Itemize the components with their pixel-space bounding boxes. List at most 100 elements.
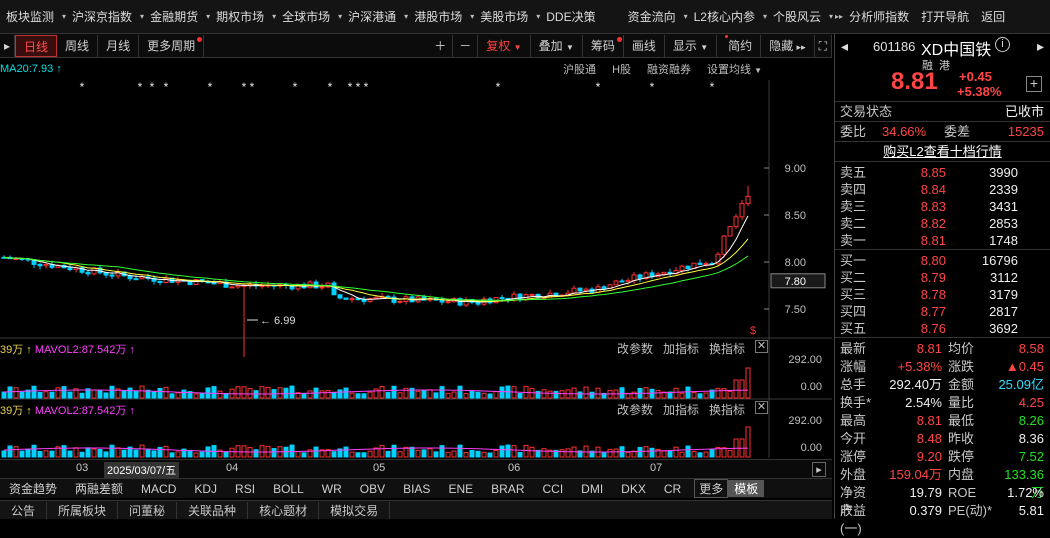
menu-item[interactable]: 金融期货 [144, 0, 204, 33]
menu-item[interactable]: 返回 [975, 0, 1011, 33]
tab-hsgt[interactable]: 沪股通 [563, 61, 596, 77]
tab-monthly[interactable]: 月线 [98, 34, 140, 57]
volume-bar [379, 385, 385, 399]
hide-button[interactable]: 隐藏 ▸▸ [761, 34, 815, 57]
edit-params-button[interactable]: 改参数 [617, 340, 653, 357]
tab-set-ma[interactable]: 设置均线 ▼ [707, 61, 762, 77]
volume-bar [673, 446, 679, 458]
bottom-tab[interactable]: 模拟交易 [319, 501, 391, 519]
bottom-tab[interactable]: 所属板块 [47, 501, 119, 519]
display-button[interactable]: 显示 ▼ [665, 34, 718, 57]
stat-value: 8.81 [916, 413, 942, 428]
bottom-tab[interactable]: 问董秘 [118, 501, 178, 519]
order-volume: 3990 [989, 165, 1018, 180]
draw-line-button[interactable]: 画线 [624, 34, 665, 57]
add-watchlist-icon[interactable]: + [1026, 76, 1042, 92]
menu-item[interactable]: 沪深港通 [342, 0, 402, 33]
menu-item[interactable]: 港股市场 [408, 0, 468, 33]
indicator-tab[interactable]: CR [655, 482, 690, 496]
candle-body [211, 282, 217, 285]
volume-bar [601, 451, 607, 458]
volume-bar [421, 449, 427, 458]
menu-item[interactable]: 打开导航 [915, 0, 975, 33]
indicator-tab[interactable]: CCI [533, 482, 572, 496]
expand-panel-icon[interactable]: ⛶ [815, 34, 832, 57]
add-indicator-button[interactable]: 加指标 [663, 340, 699, 357]
candle-body [487, 298, 493, 304]
menu-item[interactable]: 资金流向 [622, 0, 682, 33]
tab-more-periods[interactable]: 更多周期 [139, 34, 205, 57]
buy-l2-link[interactable]: 购买L2查看十档行情 [835, 142, 1050, 162]
scroll-left-icon[interactable]: ▸ [0, 34, 16, 57]
chips-button[interactable]: 筹码 [583, 34, 624, 57]
indicator-tab[interactable]: 资金趋势 [0, 480, 66, 497]
volume-bar [85, 447, 91, 458]
top-menu-bar: 板块监测 ▾ 沪深京指数 ▾ 金融期货 ▾ 期权市场 ▾ 全球市场 ▾ 沪深港通 ▾ 港股市场 ▾ 美股市场… [0, 0, 1050, 34]
zoom-out-icon[interactable]: － [453, 34, 479, 57]
prev-stock-icon[interactable]: ◂ [841, 38, 848, 55]
switch-indicator-button[interactable]: 换指标 [709, 401, 745, 418]
stat-value: 7.52 [1018, 449, 1044, 464]
indicator-tab[interactable]: OBV [351, 482, 394, 496]
add-indicator-button[interactable]: 加指标 [663, 401, 699, 418]
overlay-button[interactable]: 叠加 ▼ [531, 34, 583, 57]
zoom-in-icon[interactable]: ＋ [428, 34, 454, 57]
candle-body [37, 263, 43, 267]
bottom-tab[interactable]: 关联品种 [177, 501, 249, 519]
indicator-tab[interactable]: KDJ [185, 482, 226, 496]
indicator-tab[interactable]: DKX [612, 482, 655, 496]
template-button[interactable]: 模板 [728, 480, 765, 497]
tab-margin[interactable]: 融资融券 [647, 61, 691, 77]
volume-bar [523, 444, 529, 458]
edit-params-button[interactable]: 改参数 [617, 401, 653, 418]
volume-bar [385, 450, 391, 458]
volume-bar [1, 391, 7, 399]
next-stock-icon[interactable]: ▸ [1037, 38, 1044, 55]
order-volume: 16796 [981, 253, 1018, 268]
menu-item[interactable]: 分析师指数 [843, 0, 915, 33]
candle-body [319, 286, 325, 289]
volume-bar [397, 451, 403, 458]
month-label: 03 [76, 462, 89, 474]
bottom-tab[interactable]: 公告 [0, 501, 48, 519]
indicator-tab[interactable]: WR [313, 482, 351, 496]
volume-bar [457, 444, 463, 458]
indicator-tab[interactable]: BIAS [394, 482, 439, 496]
close-icon[interactable]: ✕ [755, 340, 768, 353]
close-icon[interactable]: ✕ [755, 401, 768, 414]
volume-bar [343, 387, 349, 399]
stat-value: 159.04万 [889, 467, 942, 482]
scroll-right-icon[interactable]: ▸ [812, 462, 826, 477]
menu-item[interactable]: 美股市场 [474, 0, 534, 33]
indicator-tab[interactable]: ENE [439, 482, 482, 496]
more-icon[interactable]: ▸▸ [835, 12, 843, 21]
volume-bar [121, 390, 127, 399]
adjust-price-button[interactable]: 复权 ▼ [478, 34, 531, 57]
volume-bar [571, 387, 577, 399]
bottom-tab[interactable]: 核心题材 [248, 501, 320, 519]
info-icon[interactable]: i [995, 37, 1010, 52]
tab-weekly[interactable]: 周线 [57, 34, 99, 57]
menu-item[interactable]: L2核心内参 [688, 0, 761, 33]
indicator-tab[interactable]: RSI [226, 482, 264, 496]
menu-item[interactable]: 个股风云 [767, 0, 827, 33]
stat-row: 最高 8.81 最低 8.26 [835, 412, 1050, 430]
tab-daily[interactable]: 日线 [15, 34, 58, 57]
indicator-tab[interactable]: DMI [572, 482, 612, 496]
indicator-tab[interactable]: BRAR [482, 482, 533, 496]
menu-item[interactable]: 期权市场 [210, 0, 270, 33]
switch-indicator-button[interactable]: 换指标 [709, 340, 745, 357]
indicator-tab[interactable]: BOLL [264, 482, 313, 496]
tab-hshare[interactable]: H股 [612, 61, 631, 77]
indicator-tab[interactable]: MACD [132, 482, 185, 496]
indicator-tab[interactable]: 两融差额 [66, 480, 132, 497]
stat-label: 最新 [840, 341, 867, 356]
menu-item[interactable]: 沪深京指数 [66, 0, 138, 33]
menu-item[interactable]: 全球市场 [276, 0, 336, 33]
simple-button[interactable]: 简约 [717, 34, 762, 57]
menu-item[interactable]: 板块监测 [0, 0, 60, 33]
event-marker-icon: * [242, 80, 247, 94]
chart-subbar: MA20:7.93 ↑ 沪股通 H股 融资融券 设置均线 ▼ [0, 58, 770, 80]
more-indicators-button[interactable]: 更多 [694, 479, 729, 498]
menu-item[interactable]: DDE决策 [540, 0, 601, 33]
